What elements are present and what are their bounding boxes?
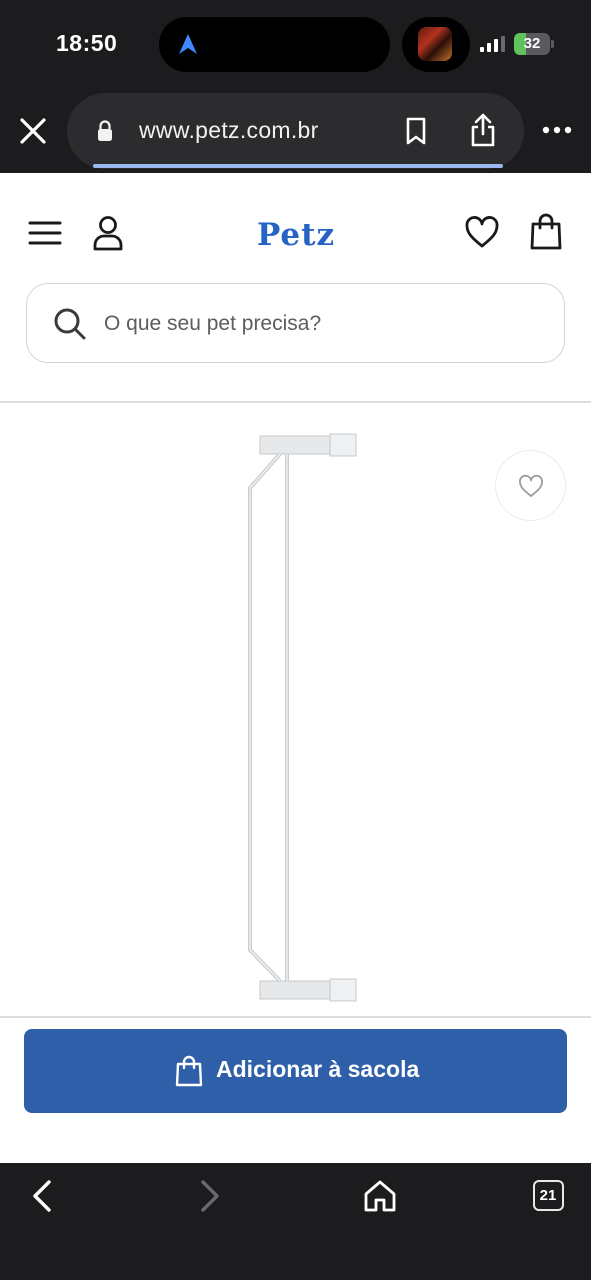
- navigation-arrow-icon: [179, 34, 197, 54]
- battery-indicator: 32: [514, 33, 554, 55]
- petz-logo[interactable]: Petz: [238, 214, 354, 254]
- lock-icon: [98, 120, 112, 141]
- user-icon[interactable]: [92, 215, 124, 251]
- search-icon[interactable]: [52, 306, 88, 342]
- bag-icon[interactable]: [529, 213, 563, 251]
- battery-label: 32: [523, 35, 541, 52]
- forward-icon: [201, 1180, 219, 1212]
- signal-icon: [480, 36, 505, 52]
- back-icon[interactable]: [28, 1178, 56, 1214]
- more-icon[interactable]: [540, 120, 574, 140]
- svg-text:Petz: Petz: [257, 217, 335, 253]
- tabs-count: 21: [539, 1187, 557, 1204]
- live-activity-thumbnail: [418, 27, 452, 61]
- search-input[interactable]: [104, 306, 524, 342]
- bookmark-icon[interactable]: [402, 116, 430, 146]
- home-icon[interactable]: [362, 1178, 398, 1214]
- tabs-button[interactable]: 21: [533, 1180, 564, 1211]
- browser-bottom-bar: [0, 1163, 591, 1280]
- page-load-progress: [93, 164, 503, 168]
- menu-icon[interactable]: [28, 220, 62, 246]
- product-image[interactable]: [230, 430, 370, 1006]
- heart-icon[interactable]: [464, 215, 500, 249]
- divider: [0, 401, 591, 403]
- add-to-bag-label[interactable]: Adicionar à sacola: [216, 1056, 419, 1083]
- url-text[interactable]: www.petz.com.br: [139, 117, 319, 144]
- status-time: 18:50: [56, 30, 118, 56]
- heart-icon[interactable]: [518, 474, 544, 498]
- divider: [0, 1016, 591, 1018]
- share-icon[interactable]: [468, 112, 498, 148]
- close-icon[interactable]: [16, 114, 50, 148]
- bag-icon[interactable]: [175, 1055, 203, 1087]
